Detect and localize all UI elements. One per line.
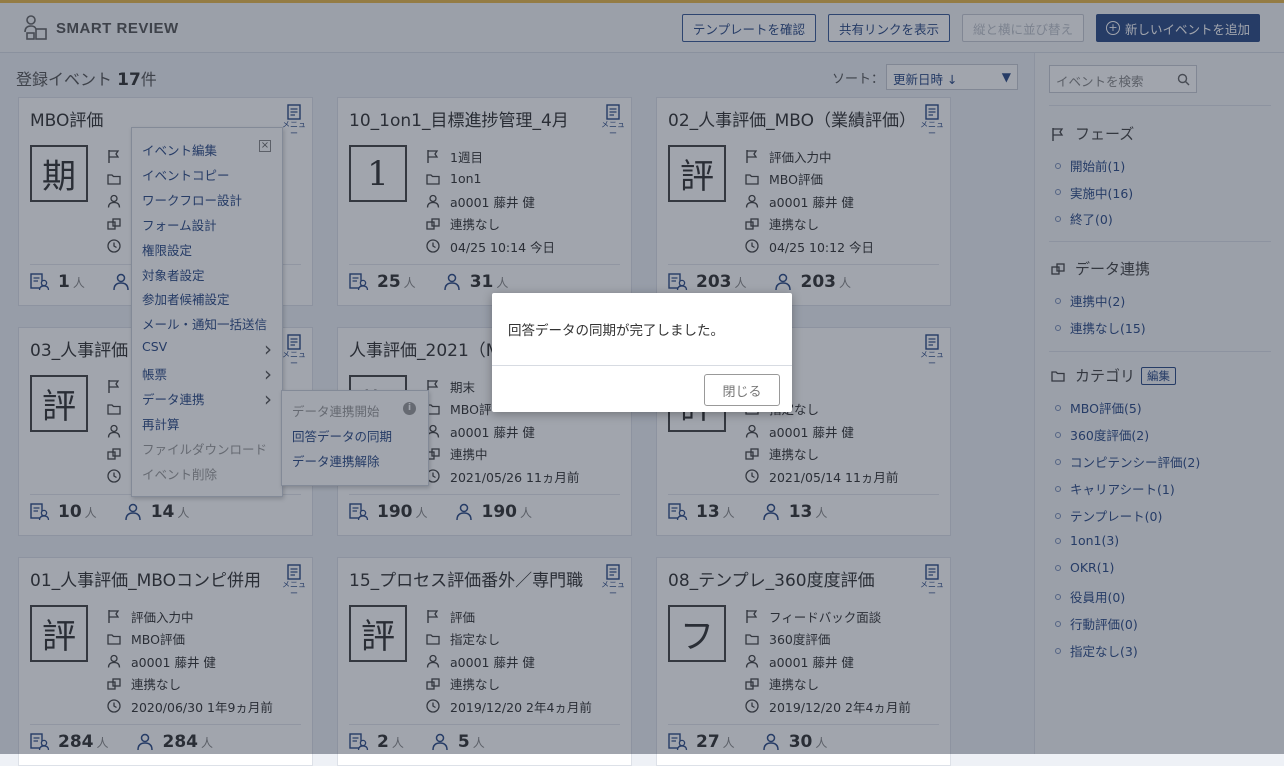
dialog-divider [492, 365, 792, 366]
dialog-message: 回答データの同期が完了しました。 [508, 323, 724, 339]
sync-complete-dialog: 回答データの同期が完了しました。 閉じる [492, 293, 792, 412]
dialog-close-button[interactable]: 閉じる [704, 374, 780, 406]
